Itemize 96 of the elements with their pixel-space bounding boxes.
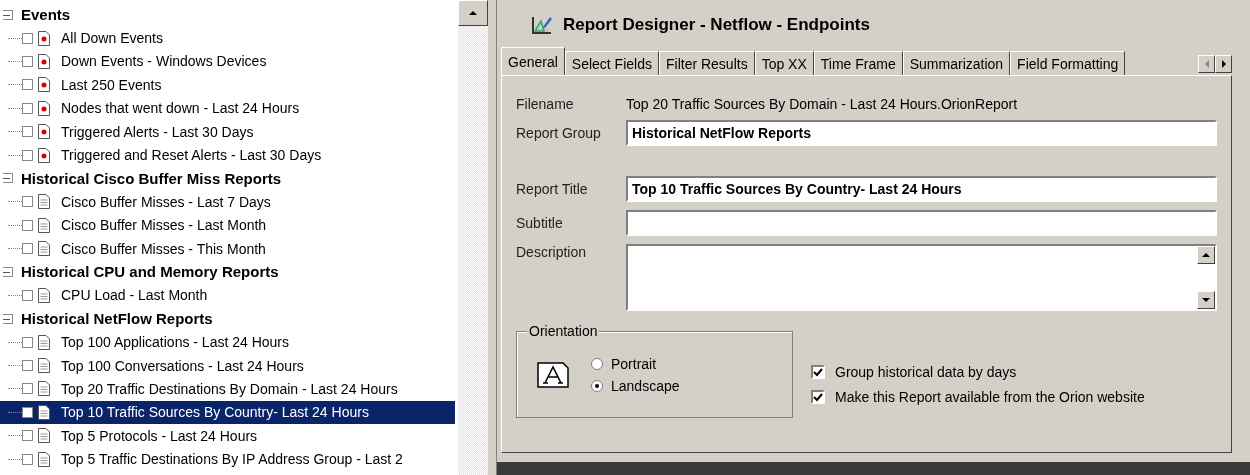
tree-item[interactable]: Cisco Buffer Misses - This Month (58, 239, 269, 258)
tree-item[interactable]: Top 100 Conversations - Last 24 Hours (58, 356, 307, 375)
checkbox[interactable] (22, 453, 33, 465)
tab[interactable]: Filter Results (658, 51, 755, 75)
radio-button[interactable] (591, 379, 603, 392)
tree-item[interactable]: Triggered Alerts - Last 30 Days (58, 122, 257, 141)
alert-document-icon (38, 124, 50, 140)
field-label: Description (516, 244, 588, 260)
checkbox-label[interactable]: Group historical data by days (835, 364, 1017, 380)
tree-group[interactable]: Events (21, 6, 71, 24)
document-icon (38, 334, 50, 350)
alert-document-icon (38, 77, 50, 93)
down-arrow-icon (1202, 296, 1210, 304)
scroll-down-button[interactable] (1197, 291, 1215, 309)
checkbox[interactable] (811, 390, 825, 404)
checkbox[interactable] (22, 289, 33, 301)
checkbox[interactable] (22, 196, 33, 208)
tree-group[interactable]: Historical NetFlow Reports (21, 310, 213, 328)
field-label: Report Title (516, 181, 589, 197)
collapse-toggle[interactable] (3, 173, 13, 184)
checkbox[interactable] (22, 32, 33, 44)
tree-item[interactable]: CPU Load - Last Month (58, 286, 211, 305)
radio-label[interactable]: Portrait (611, 355, 657, 372)
tree-item[interactable]: Down Events - Windows Devices (58, 52, 270, 71)
tree-item[interactable]: Triggered and Reset Alerts - Last 30 Days (58, 146, 325, 165)
tab-scroll-right-button[interactable] (1215, 55, 1232, 73)
checkbox[interactable] (22, 102, 33, 114)
input-field[interactable]: Top 10 Traffic Sources By Country- Last 24 Hours (626, 176, 1217, 202)
scroll-up-button[interactable] (458, 0, 488, 26)
ruler-pencil-icon (531, 15, 553, 35)
filename-value: Top 20 Traffic Sources By Domain - Last 24 Hours.OrionReport (626, 96, 1018, 112)
checkbox[interactable] (22, 430, 33, 442)
tree-group[interactable]: Historical CPU and Memory Reports (21, 263, 279, 281)
collapse-toggle[interactable] (3, 9, 13, 20)
document-icon (38, 404, 50, 420)
checkbox[interactable] (22, 383, 33, 395)
tree-item[interactable]: Nodes that went down - Last 24 Hours (58, 99, 303, 118)
up-arrow-icon (1202, 251, 1210, 259)
checkbox[interactable] (22, 55, 33, 67)
input-field[interactable]: Historical NetFlow Reports (626, 120, 1217, 146)
tab[interactable]: Top XX (754, 51, 814, 75)
tree-group[interactable]: Historical Cisco Buffer Miss Reports (21, 169, 282, 187)
tree-item[interactable]: Top 5 Traffic Destinations By IP Address Group - Last 2 (58, 450, 406, 469)
tab[interactable]: Field Formatting (1010, 51, 1126, 75)
checkbox-label[interactable]: Make this Report available from the Orion website (835, 389, 1145, 405)
tree-item[interactable]: All Down Events (58, 29, 166, 48)
document-icon (38, 287, 50, 303)
checkbox[interactable] (22, 126, 33, 138)
checkbox[interactable] (22, 360, 33, 372)
tree-item[interactable]: Cisco Buffer Misses - Last 7 Days (58, 192, 274, 211)
checkbox[interactable] (22, 243, 33, 255)
field-label: Subtitle (516, 215, 564, 231)
tree-item[interactable]: Top 5 Protocols - Last 24 Hours (58, 426, 261, 445)
tree-item[interactable]: Top 100 Applications - Last 24 Hours (58, 333, 293, 352)
tree-item[interactable]: Cisco Buffer Misses - Last Month (58, 216, 270, 235)
alert-document-icon (38, 30, 50, 46)
tab[interactable]: Select Fields (564, 51, 659, 75)
document-icon (38, 217, 50, 233)
tab-scroll-left-button[interactable] (1198, 55, 1215, 73)
tree-item[interactable]: Last 250 Events (58, 75, 165, 94)
checkbox[interactable] (22, 149, 33, 161)
page-letter-icon (537, 361, 569, 388)
checkbox[interactable] (811, 365, 825, 379)
check-icon (813, 367, 823, 377)
check-icon (813, 392, 823, 402)
tab[interactable]: General (501, 47, 565, 75)
tree-item[interactable]: Top 20 Traffic Destinations By Domain - Last 24 Hours (58, 379, 401, 398)
radio-button[interactable] (591, 357, 603, 370)
scrollbar[interactable] (458, 0, 488, 475)
document-icon (38, 428, 50, 444)
alert-document-icon (38, 147, 50, 163)
field-label: Filename (516, 96, 575, 112)
right-arrow-icon (1219, 60, 1228, 68)
group-label: Orientation (527, 323, 600, 339)
document-icon (38, 451, 50, 467)
document-icon (38, 358, 50, 374)
text-area[interactable] (626, 244, 1217, 311)
checkbox[interactable] (22, 406, 33, 418)
alert-document-icon (38, 53, 50, 69)
checkbox[interactable] (22, 336, 33, 348)
document-icon (38, 241, 50, 257)
radio-label[interactable]: Landscape (611, 377, 680, 394)
window-title: Report Designer - Netflow - Endpoints (563, 15, 870, 35)
field-label: Report Group (516, 125, 602, 141)
up-arrow-icon (469, 9, 477, 17)
document-icon (38, 381, 50, 397)
collapse-toggle[interactable] (3, 313, 13, 324)
tab[interactable]: Summarization (902, 51, 1011, 75)
alert-document-icon (38, 100, 50, 116)
checkbox[interactable] (22, 79, 33, 91)
collapse-toggle[interactable] (3, 267, 13, 277)
document-icon (38, 194, 50, 210)
checkbox[interactable] (22, 219, 33, 231)
tab[interactable]: Time Frame (813, 51, 903, 75)
scroll-up-button[interactable] (1197, 246, 1215, 264)
input-field[interactable] (626, 210, 1217, 236)
